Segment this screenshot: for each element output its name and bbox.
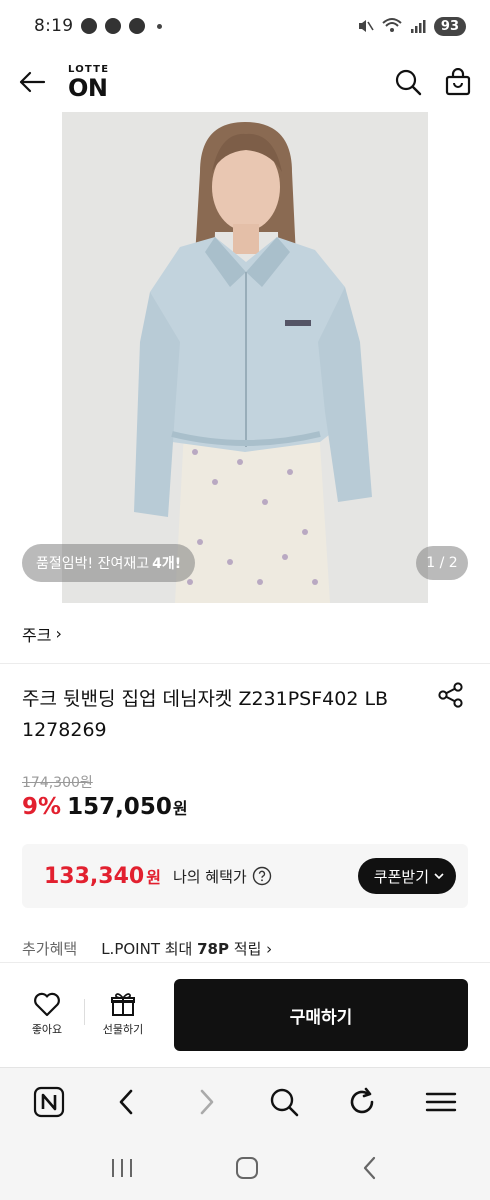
browser-back-button[interactable]: [102, 1077, 152, 1127]
extra-benefit-points: 78P: [197, 940, 229, 958]
coupon-button[interactable]: 쿠폰받기: [357, 858, 456, 894]
browser-forward-button[interactable]: [181, 1077, 231, 1127]
header-right: [394, 68, 472, 96]
gift-icon: [111, 993, 135, 1016]
sale-price-unit: 원: [172, 799, 188, 818]
search-icon[interactable]: [394, 68, 422, 96]
like-label: 좋아요: [31, 1023, 63, 1036]
android-navigation-bar: [0, 1135, 490, 1200]
hamburger-menu-icon: [425, 1092, 456, 1111]
signal-icon: [410, 20, 426, 33]
home-icon[interactable]: [234, 1155, 260, 1181]
mute-icon: [358, 20, 374, 32]
heart-icon: [34, 992, 60, 1017]
extra-benefit-label: 추가혜택: [22, 940, 78, 958]
product-image[interactable]: 품절임박! 잔여재고 4개! 1 / 2: [0, 112, 490, 603]
refresh-icon: [351, 1087, 374, 1113]
header-left: LOTTE ON: [18, 63, 110, 102]
lotte-on-logo[interactable]: LOTTE ON: [68, 63, 110, 102]
benefit-price-box: 133,340 원 나의 혜택가 쿠폰받기: [22, 844, 468, 908]
chevron-left-icon: [120, 1089, 133, 1114]
chevron-down-icon: [434, 873, 444, 880]
chevron-right-icon: [200, 1089, 214, 1114]
search-icon: [270, 1088, 299, 1116]
battery-indicator: 93: [433, 16, 466, 36]
action-separator: [84, 999, 85, 1025]
status-time: 8:19: [34, 16, 74, 36]
status-bar: 8:19 93: [0, 0, 490, 52]
logo-bottom-text: ON: [68, 73, 108, 102]
discount-rate: 9%: [22, 794, 62, 820]
coupon-button-label: 쿠폰받기: [373, 867, 429, 886]
help-icon[interactable]: [252, 866, 272, 886]
more-notifications-icon: [157, 23, 163, 29]
buy-button[interactable]: 구매하기: [174, 979, 468, 1051]
android-back-icon[interactable]: [359, 1155, 381, 1181]
brand-link[interactable]: 주크 ›: [0, 604, 490, 664]
brand-name: 주크: [22, 625, 52, 645]
notification-icon: [81, 18, 98, 34]
purchase-action-bar: 좋아요 선물하기 구매하기: [0, 963, 490, 1067]
naver-home-button[interactable]: [24, 1077, 74, 1127]
gift-button[interactable]: 선물하기: [92, 991, 154, 1037]
product-title: 주크 뒷밴딩 집업 데님자켓 Z231PSF402 LB 1278269: [22, 688, 389, 741]
product-photo: [0, 112, 490, 603]
naver-n-icon: [34, 1086, 65, 1117]
app-header: LOTTE ON: [0, 52, 490, 112]
logo-top-text: LOTTE: [68, 63, 110, 75]
chevron-right-icon: ›: [55, 624, 62, 643]
price-row: 9% 157,050 원: [22, 794, 188, 820]
image-page-indicator: 1 / 2: [416, 546, 468, 580]
stock-notice-text: 품절임박! 잔여재고: [36, 556, 150, 572]
stock-notice-count: 4개!: [152, 556, 182, 572]
pinterest-icon: [105, 18, 122, 34]
stock-notice-pill: 품절임박! 잔여재고 4개!: [22, 544, 196, 582]
browser-toolbar: [0, 1067, 490, 1135]
benefit-price: 133,340: [44, 863, 145, 889]
extra-benefit-text: L.POINT 최대 78P 적립 ›: [101, 938, 272, 959]
status-left: 8:19: [34, 16, 163, 36]
browser-menu-button[interactable]: [416, 1077, 466, 1127]
b-app-icon: [129, 18, 146, 34]
shopping-bag-icon[interactable]: [444, 68, 472, 96]
extra-benefit-row[interactable]: 추가혜택 L.POINT 최대 78P 적립 ›: [22, 938, 272, 959]
status-right: 93: [356, 16, 466, 36]
recent-apps-icon[interactable]: [109, 1156, 135, 1180]
browser-refresh-button[interactable]: [337, 1077, 387, 1127]
original-price: 174,300원: [22, 775, 93, 791]
benefit-price-unit: 원: [146, 868, 161, 887]
gift-label: 선물하기: [102, 1023, 144, 1036]
share-icon[interactable]: [436, 680, 466, 710]
extra-benefit-suffix: 적립 ›: [229, 940, 273, 958]
back-arrow-icon[interactable]: [18, 70, 46, 94]
like-button[interactable]: 좋아요: [24, 991, 70, 1037]
wifi-icon: [382, 18, 402, 32]
sale-price: 157,050: [67, 794, 172, 820]
benefit-label: 나의 혜택가: [172, 867, 247, 886]
extra-benefit-prefix: L.POINT 최대: [101, 940, 198, 958]
browser-search-button[interactable]: [259, 1077, 309, 1127]
